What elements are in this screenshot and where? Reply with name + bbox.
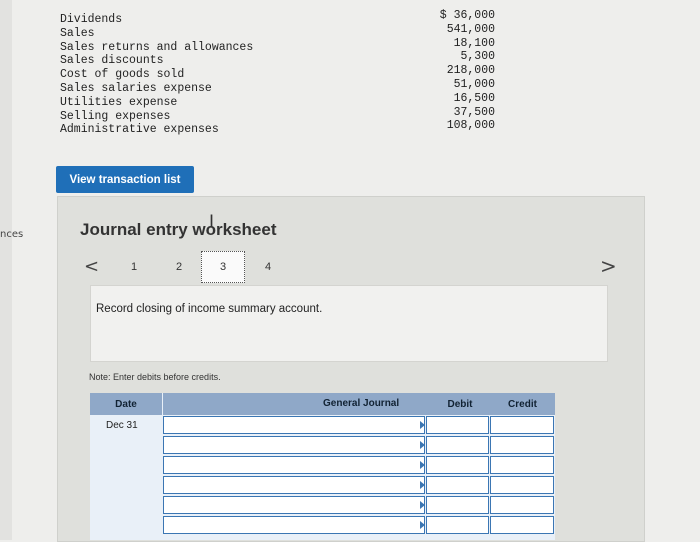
row-date — [90, 476, 162, 495]
header-credit: Credit — [490, 393, 555, 415]
account-value: 108,000 — [446, 119, 495, 133]
account-value: 5,300 — [460, 50, 495, 64]
dropdown-arrow-icon[interactable] — [420, 441, 425, 449]
account-name: Sales — [60, 26, 95, 40]
account-value: 18,100 — [453, 36, 495, 50]
page-tab-4[interactable]: 4 — [265, 261, 271, 273]
credit-input[interactable] — [490, 516, 554, 534]
general-journal-input[interactable] — [163, 436, 425, 454]
view-transaction-list-button[interactable]: View transaction list — [56, 166, 194, 193]
account-value: 541,000 — [446, 22, 495, 36]
general-journal-input[interactable] — [163, 456, 425, 474]
row-date — [90, 516, 162, 535]
debit-input[interactable] — [426, 436, 489, 454]
account-value: 51,000 — [453, 77, 495, 91]
account-name-list: Dividends Sales Sales returns and allowa… — [60, 13, 253, 137]
general-journal-input[interactable] — [163, 516, 425, 534]
general-journal-input[interactable] — [163, 416, 425, 434]
journal-table: Date General Journal Debit Credit Dec 31 — [90, 393, 555, 540]
prev-page-chevron-icon[interactable]: < — [84, 256, 99, 277]
account-name: Sales salaries expense — [60, 81, 212, 95]
debit-input[interactable] — [426, 496, 489, 514]
credit-input[interactable] — [490, 476, 554, 494]
sidebar-label[interactable]: nces — [0, 229, 23, 240]
account-name: Utilities expense — [60, 95, 178, 109]
header-general-journal-label: General Journal — [323, 398, 400, 409]
header-date: Date — [90, 393, 162, 415]
credit-input[interactable] — [490, 436, 554, 454]
account-name: Cost of goods sold — [60, 68, 185, 82]
credit-input[interactable] — [490, 416, 554, 434]
account-name: Sales discounts — [60, 54, 164, 68]
header-debit: Debit — [425, 393, 495, 415]
dropdown-arrow-icon[interactable] — [420, 501, 425, 509]
row-date — [90, 436, 162, 455]
page-tab-1[interactable]: 1 — [131, 261, 137, 273]
next-page-chevron-icon[interactable]: > — [600, 254, 617, 278]
debit-input[interactable] — [426, 456, 489, 474]
account-name: Administrative expenses — [60, 123, 219, 137]
general-journal-input[interactable] — [163, 496, 425, 514]
credit-input[interactable] — [490, 456, 554, 474]
account-name: Sales returns and allowances — [60, 40, 254, 54]
row-date — [90, 496, 162, 515]
instruction-text: Record closing of income summary account… — [96, 303, 323, 315]
account-value: 218,000 — [446, 64, 495, 78]
row-date — [90, 456, 162, 475]
account-value-list: $ 36,000 541,000 18,100 5,300 218,000 51… — [420, 9, 495, 133]
general-journal-input[interactable] — [163, 476, 425, 494]
credit-input[interactable] — [490, 496, 554, 514]
account-value: 16,500 — [453, 91, 495, 105]
page-tab-3-active[interactable]: 3 — [201, 251, 245, 283]
dropdown-arrow-icon[interactable] — [420, 521, 425, 529]
worksheet-title: Journal entry worksheet — [80, 220, 277, 239]
row-date: Dec 31 — [106, 420, 138, 431]
debit-input[interactable] — [426, 516, 489, 534]
account-value: $ 36,000 — [439, 9, 495, 22]
debit-input[interactable] — [426, 416, 489, 434]
note-text: Note: Enter debits before credits. — [89, 372, 221, 382]
account-name: Selling expenses — [60, 109, 171, 123]
text-cursor-icon: I — [209, 212, 215, 232]
dropdown-arrow-icon[interactable] — [420, 421, 425, 429]
instruction-box — [90, 285, 608, 362]
dropdown-arrow-icon[interactable] — [420, 481, 425, 489]
page-tab-2[interactable]: 2 — [176, 261, 182, 273]
account-value: 37,500 — [453, 105, 495, 119]
debit-input[interactable] — [426, 476, 489, 494]
left-sidebar-strip — [0, 0, 12, 540]
dropdown-arrow-icon[interactable] — [420, 461, 425, 469]
account-name: Dividends — [60, 13, 123, 26]
